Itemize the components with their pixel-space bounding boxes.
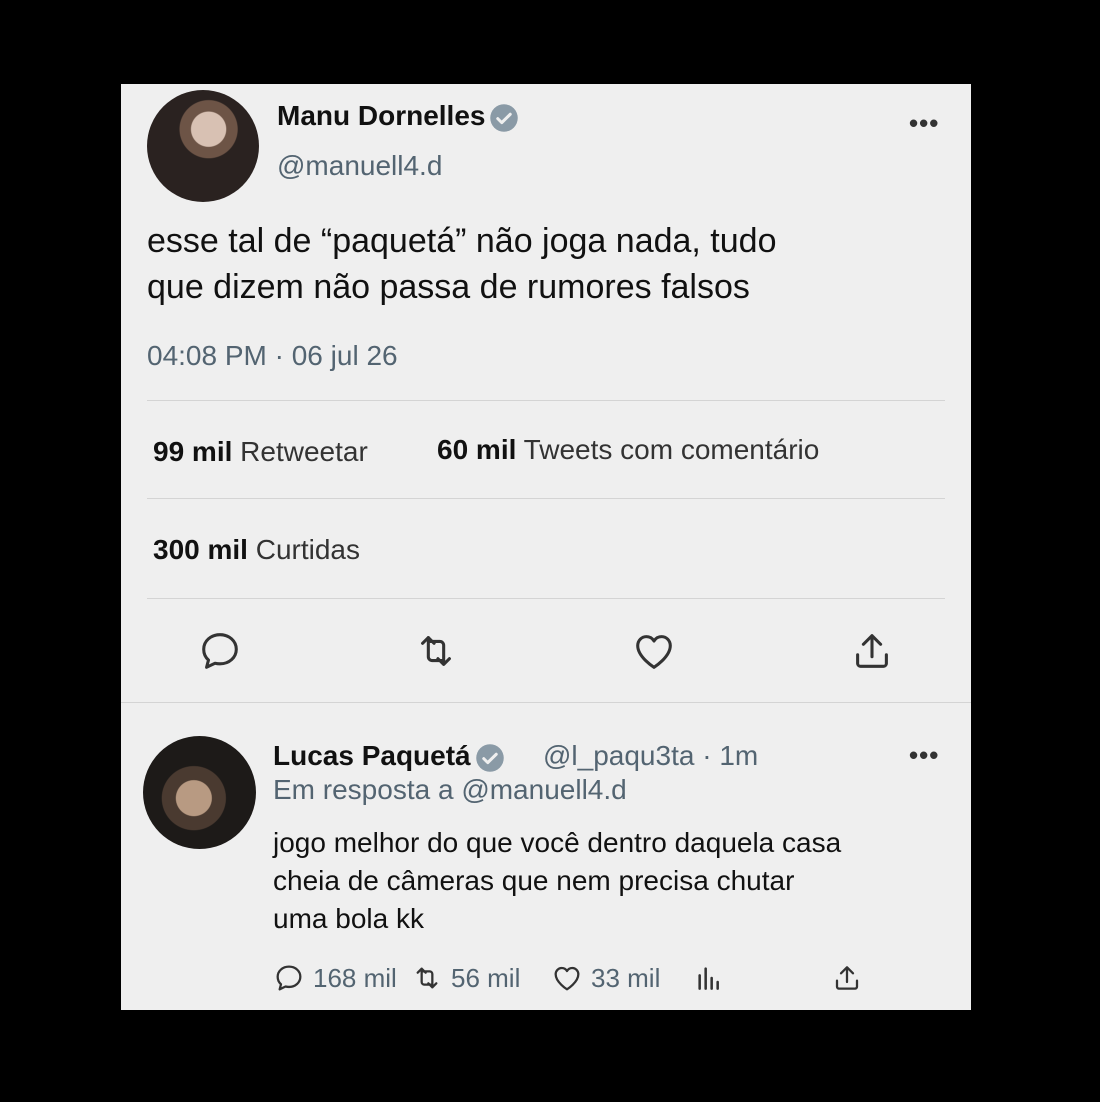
reply-icon <box>276 965 302 991</box>
analytics-icon <box>698 967 719 990</box>
reply-like-button[interactable]: 33 mil <box>551 960 660 996</box>
reply-handle-time[interactable]: @l_paqu3ta · 1m <box>543 740 758 772</box>
likes-stat[interactable]: 300 mil Curtidas <box>153 534 360 566</box>
author-avatar[interactable] <box>147 90 259 202</box>
likes-count: 300 mil <box>153 534 248 565</box>
like-count: 33 mil <box>591 962 661 993</box>
like-icon[interactable] <box>631 628 677 674</box>
retweets-stat[interactable]: 99 mil Retweetar <box>153 436 368 468</box>
more-options-icon[interactable]: ••• <box>909 108 939 139</box>
quotes-count: 60 mil <box>437 434 517 465</box>
tweet-text-line: esse tal de “paquetá” não joga nada, tud… <box>147 222 777 260</box>
reply-analytics-button[interactable] <box>693 960 733 996</box>
divider <box>147 498 945 499</box>
retweet-icon <box>416 967 438 989</box>
tweet-timestamp[interactable]: 04:08 PM · 06 jul 26 <box>147 340 398 372</box>
reply-more-options-icon[interactable]: ••• <box>909 740 939 771</box>
divider <box>147 598 945 599</box>
reply-author-avatar[interactable] <box>143 736 256 849</box>
author-name[interactable]: Manu Dornelles <box>277 100 485 131</box>
reply-retweet-button[interactable]: 56 mil <box>411 960 520 996</box>
reply-text: jogo melhor do que você dentro daquela c… <box>273 824 963 938</box>
retweet-icon[interactable] <box>413 628 459 674</box>
in-reply-handle-link[interactable]: @manuell4.d <box>461 774 626 805</box>
likes-label: Curtidas <box>255 534 360 565</box>
retweets-label: Retweetar <box>240 436 368 467</box>
in-reply-to: Em resposta a @manuell4.d <box>273 774 627 806</box>
tweet-text-line: que dizem não passa de rumores falsos <box>147 268 750 306</box>
reply-author-name[interactable]: Lucas Paquetá <box>273 740 471 771</box>
reply-reply-button[interactable]: 168 mil <box>273 960 397 996</box>
author-name-row[interactable]: Manu Dornelles <box>277 100 519 133</box>
reply-icon[interactable] <box>197 628 243 674</box>
divider <box>147 400 945 401</box>
tweet-card: Manu Dornelles @manuell4.d ••• esse tal … <box>121 84 971 1010</box>
reply-text-line: cheia de câmeras que nem precisa chutar <box>273 865 795 896</box>
tweet-text: esse tal de “paquetá” não joga nada, tud… <box>147 218 937 310</box>
reply-text-line: jogo melhor do que você dentro daquela c… <box>273 827 842 858</box>
reply-share-button[interactable] <box>831 960 871 996</box>
retweet-count: 56 mil <box>451 962 521 993</box>
author-handle[interactable]: @manuell4.d <box>277 150 442 182</box>
reply-author-name-row[interactable]: Lucas Paquetá <box>273 740 505 773</box>
share-icon[interactable] <box>849 628 895 674</box>
verified-badge-icon <box>475 743 504 772</box>
retweets-count: 99 mil <box>153 436 233 467</box>
like-icon <box>554 966 580 991</box>
in-reply-prefix: Em resposta a <box>273 774 462 805</box>
quotes-stat[interactable]: 60 mil Tweets com comentário <box>437 434 819 466</box>
reply-text-line: uma bola kk <box>273 903 424 934</box>
divider <box>121 702 971 703</box>
quotes-label: Tweets com comentário <box>523 434 820 465</box>
verified-badge-icon <box>490 103 519 132</box>
share-icon <box>835 966 859 990</box>
reply-count: 168 mil <box>313 962 397 993</box>
